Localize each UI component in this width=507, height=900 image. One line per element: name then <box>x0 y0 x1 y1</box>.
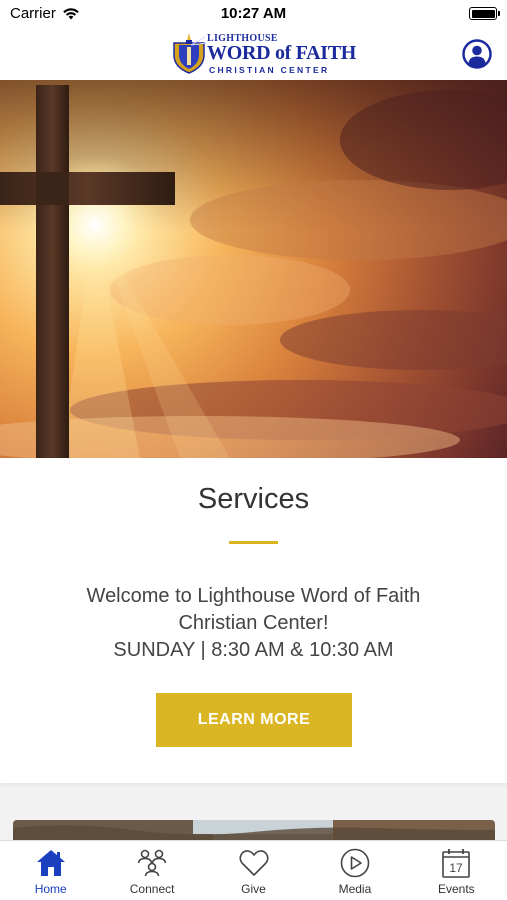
tab-connect[interactable]: Connect <box>101 841 202 900</box>
tab-media[interactable]: Media <box>304 841 405 900</box>
tab-give-label: Give <box>241 882 266 896</box>
tab-give[interactable]: Give <box>203 841 304 900</box>
cross-sunset-image <box>0 80 507 458</box>
tab-events-label: Events <box>437 882 475 896</box>
services-welcome-line: Welcome to Lighthouse Word of Faith <box>86 585 421 607</box>
learn-more-button[interactable]: LEARN MORE <box>156 693 352 747</box>
services-card: Services Welcome to Lighthouse Word of F… <box>0 458 507 783</box>
battery-icon <box>469 7 500 20</box>
connect-icon <box>137 849 167 877</box>
profile-icon[interactable] <box>462 39 492 69</box>
tab-events[interactable]: 17 Events <box>406 841 507 900</box>
services-description: Welcome to Lighthouse Word of Faith Chri… <box>20 583 487 664</box>
status-bar: Carrier 10:27 AM <box>0 0 507 28</box>
services-title: Services <box>197 483 310 515</box>
hero-image <box>0 80 507 458</box>
services-church-line: Christian Center! <box>178 612 329 634</box>
play-icon <box>340 848 370 878</box>
tab-home[interactable]: Home <box>0 841 101 900</box>
app-header: LIGHTHOUSE WORD of FAITH CHRISTIAN CENTE… <box>0 28 507 80</box>
heart-icon <box>238 850 269 876</box>
tab-connect-label: Connect <box>129 882 175 896</box>
title-divider <box>229 541 278 544</box>
church-logo[interactable]: LIGHTHOUSE WORD of FAITH CHRISTIAN CENTE… <box>171 31 356 75</box>
logo-line3: CHRISTIAN CENTER <box>209 65 330 75</box>
services-times-line: SUNDAY | 8:30 AM & 10:30 AM <box>113 639 394 661</box>
home-icon <box>36 850 65 876</box>
logo-line2: WORD of FAITH <box>207 42 357 64</box>
lighthouse-shield-icon <box>173 33 207 74</box>
calendar-icon: 17 <box>442 849 471 878</box>
calendar-day: 17 <box>450 861 464 875</box>
status-time: 10:27 AM <box>220 5 287 22</box>
tab-home-label: Home <box>34 882 67 896</box>
bottom-tab-bar: Home Connect Give Media 17 Events <box>0 840 507 900</box>
tab-media-label: Media <box>338 882 372 896</box>
